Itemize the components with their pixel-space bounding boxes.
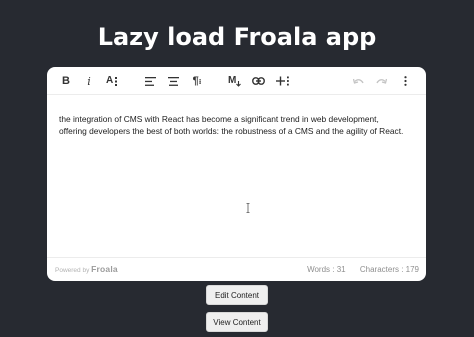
editor-content[interactable]: the integration of CMS with React has be…	[59, 113, 404, 137]
align-center-button[interactable]	[166, 70, 180, 92]
undo-button[interactable]	[351, 70, 365, 92]
edit-content-button[interactable]: Edit Content	[206, 285, 268, 305]
editor-toolbar: B i A ¶⁝ M	[47, 67, 426, 95]
insert-link-icon	[251, 77, 265, 85]
insert-link-button[interactable]	[250, 70, 266, 92]
font-size-button[interactable]: A	[105, 70, 121, 92]
bold-icon: B	[62, 75, 70, 87]
italic-icon: i	[87, 74, 91, 88]
froala-editor: B i A ¶⁝ M the integration of CMS with R…	[47, 67, 426, 281]
editor-counters: Words : 31 Characters : 179	[307, 265, 419, 274]
paragraph-format-button[interactable]: ¶⁝	[189, 70, 205, 92]
align-left-button[interactable]	[143, 70, 157, 92]
froala-brand: Froala	[91, 264, 118, 274]
more-options-button[interactable]	[400, 70, 410, 92]
align-center-icon	[167, 76, 179, 86]
powered-by-label: Powered by	[55, 267, 90, 274]
more-options-icon	[403, 76, 407, 86]
editor-footer: Powered by Froala Words : 31 Characters …	[47, 257, 426, 281]
align-left-icon	[144, 76, 156, 86]
page-title: Lazy load Froala app	[97, 23, 377, 51]
markdown-button[interactable]: M	[227, 70, 243, 92]
markdown-icon: M	[228, 75, 242, 87]
word-count: Words : 31	[307, 265, 346, 274]
more-insert-button[interactable]	[274, 70, 290, 92]
font-size-icon: A	[106, 75, 120, 87]
character-count: Characters : 179	[359, 265, 419, 274]
paragraph-format-icon: ¶⁝	[192, 75, 202, 87]
more-insert-icon	[275, 76, 289, 86]
redo-icon	[375, 78, 387, 84]
undo-icon	[352, 78, 364, 84]
bold-button[interactable]: B	[59, 70, 73, 92]
italic-button[interactable]: i	[83, 70, 95, 92]
view-content-button[interactable]: View Content	[206, 312, 268, 332]
powered-by-froala[interactable]: Powered by Froala	[55, 264, 118, 274]
redo-button[interactable]	[374, 70, 388, 92]
text-cursor-icon	[246, 203, 250, 213]
